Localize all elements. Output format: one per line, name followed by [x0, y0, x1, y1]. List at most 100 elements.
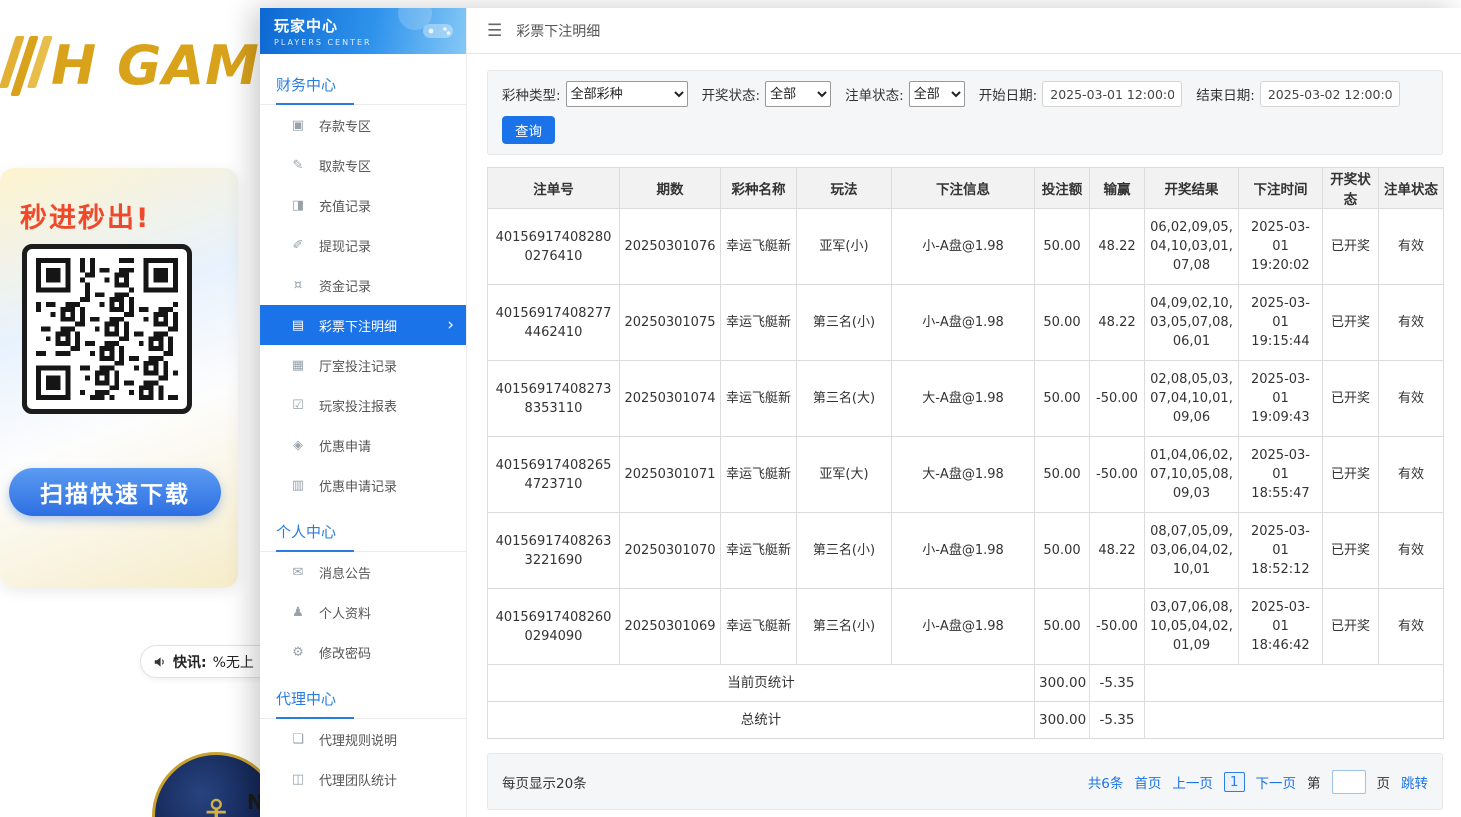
menu-toggle-icon[interactable]: ☰	[487, 21, 502, 41]
bell-icon: ✉	[290, 565, 306, 580]
sidebar-item-label: 修改密码	[319, 643, 371, 662]
end-date-input[interactable]	[1260, 81, 1400, 107]
qr-code	[22, 244, 192, 414]
cell-order-no: 401569174082800276410	[488, 209, 620, 285]
cell-period: 20250301069	[620, 589, 721, 665]
column-header: 注单状态	[1379, 168, 1444, 209]
promo-icon: ◈	[290, 438, 306, 453]
cell-lottery: 幸运飞艇新	[721, 361, 797, 437]
lottery-type-select[interactable]: 全部彩种	[566, 81, 688, 107]
cell-period: 20250301074	[620, 361, 721, 437]
anchor-icon: ⚓	[196, 791, 235, 817]
filter-panel: 彩种类型: 全部彩种 开奖状态: 全部 注单状态: 全部 开始日期:	[487, 70, 1443, 155]
cell-bet-info: 大-A盘@1.98	[892, 437, 1035, 513]
column-header: 期数	[620, 168, 721, 209]
table-header-row: 注单号期数彩种名称玩法下注信息投注额输赢开奖结果下注时间开奖状态注单状态	[488, 168, 1444, 209]
total-count: 共6条	[1088, 772, 1124, 792]
sidebar-item-change-password[interactable]: ⚙修改密码	[260, 632, 466, 672]
sidebar-menu: 财务中心▣存款专区✎取款专区◨充值记录✐提现记录¤资金记录▤彩票下注明细›▦厅室…	[260, 54, 466, 799]
jump-button[interactable]: 跳转	[1401, 772, 1428, 792]
jump-page-input[interactable]	[1332, 770, 1366, 794]
cell-play: 第三名(小)	[797, 589, 892, 665]
sidebar-item-label: 代理规则说明	[319, 730, 397, 749]
cell-play: 第三名(小)	[797, 513, 892, 589]
table-row: 40156917408277446241020250301075幸运飞艇新第三名…	[488, 285, 1444, 361]
sidebar: 玩家中心 PLAYERS CENTER 财务中心 ▣ 存款专区 ✎取款专区◨充值记录✐…	[260, 8, 467, 817]
next-page-link[interactable]: 下一页	[1256, 772, 1297, 792]
first-page-link[interactable]: 首页	[1134, 772, 1161, 792]
cell-bet-info: 小-A盘@1.98	[892, 513, 1035, 589]
bet-table: 注单号期数彩种名称玩法下注信息投注额输赢开奖结果下注时间开奖状态注单状态 401…	[487, 167, 1444, 739]
cell-amount: 50.00	[1035, 589, 1090, 665]
jump-prefix: 第	[1307, 772, 1321, 792]
content: 彩种类型: 全部彩种 开奖状态: 全部 注单状态: 全部 开始日期:	[467, 54, 1461, 810]
sidebar-item-label: 彩票下注明细	[319, 316, 397, 335]
sidebar-item-messages[interactable]: ✉ 消息公告	[260, 552, 466, 592]
sidebar-item-label: 厅室投注记录	[319, 356, 397, 375]
cell-order-no: 401569174082633221690	[488, 513, 620, 589]
sidebar-item-label: 消息公告	[319, 563, 371, 582]
pagination-controls: 共6条 首页 上一页 1 下一页 第 页 跳转	[1088, 770, 1428, 794]
chart-icon: ◫	[290, 772, 306, 787]
bet-status-select[interactable]: 全部	[909, 81, 965, 107]
sidebar-item-label: 代理团队统计	[319, 770, 397, 789]
cell-lottery: 幸运飞艇新	[721, 513, 797, 589]
sidebar-item-agent-rules[interactable]: ❏代理规则说明	[260, 719, 466, 759]
draw-status-select[interactable]: 全部	[765, 81, 831, 107]
speaker-icon	[153, 655, 167, 669]
logo-stripes-icon	[0, 36, 53, 96]
cell-result: 02,08,05,03,07,04,10,01,09,06	[1145, 361, 1239, 437]
sidebar-item-agent-team-stats[interactable]: ◫ 代理团队统计	[260, 759, 466, 799]
sidebar-item-lottery-bet-details[interactable]: ▤彩票下注明细›	[260, 305, 466, 345]
sidebar-header: 玩家中心 PLAYERS CENTER	[260, 8, 466, 54]
sidebar-item-profile[interactable]: ♟个人资料	[260, 592, 466, 632]
sidebar-item-label: 充值记录	[319, 196, 371, 215]
cell-lottery: 幸运飞艇新	[721, 437, 797, 513]
current-page[interactable]: 1	[1224, 772, 1245, 792]
cell-win-loss: -50.00	[1090, 437, 1145, 513]
prev-page-link[interactable]: 上一页	[1172, 772, 1213, 792]
sidebar-item-promo-apply[interactable]: ◈优惠申请	[260, 425, 466, 465]
cell-bet-info: 小-A盘@1.98	[892, 589, 1035, 665]
cell-draw-status: 已开奖	[1323, 513, 1379, 589]
start-date-input[interactable]	[1042, 81, 1182, 107]
table-row: 40156917408280027641020250301076幸运飞艇新亚军(…	[488, 209, 1444, 285]
cell-order-status: 有效	[1379, 437, 1444, 513]
filter-row: 彩种类型: 全部彩种 开奖状态: 全部 注单状态: 全部 开始日期:	[502, 81, 1428, 107]
column-header: 投注额	[1035, 168, 1090, 209]
sidebar-section-title: 财务中心	[260, 58, 466, 105]
sidebar-item-label: 玩家投注报表	[319, 396, 397, 415]
cell-play: 第三名(大)	[797, 361, 892, 437]
sidebar-item-hall-bet-records[interactable]: ▦厅室投注记录	[260, 345, 466, 385]
cell-amount: 50.00	[1035, 285, 1090, 361]
sidebar-item-player-bet-report[interactable]: ☑玩家投注报表	[260, 385, 466, 425]
cell-order-status: 有效	[1379, 589, 1444, 665]
cell-result: 01,04,06,02,07,10,05,08,09,03	[1145, 437, 1239, 513]
total-summary-empty	[1145, 702, 1444, 739]
sidebar-item-deposit-zone[interactable]: ▣ 存款专区	[260, 105, 466, 145]
sidebar-item-withdraw-zone[interactable]: ✎取款专区	[260, 145, 466, 185]
sidebar-item-label: 存款专区	[319, 116, 371, 135]
sidebar-item-label: 个人资料	[319, 603, 371, 622]
sidebar-item-recharge-records[interactable]: ◨充值记录	[260, 185, 466, 225]
sidebar-item-label: 资金记录	[319, 276, 371, 295]
cell-draw-status: 已开奖	[1323, 285, 1379, 361]
download-button[interactable]: 扫描快速下载	[9, 468, 221, 516]
sidebar-item-fund-records[interactable]: ¤资金记录	[260, 265, 466, 305]
deposit-icon: ▣	[290, 118, 306, 133]
table-row: 40156917408273835311020250301074幸运飞艇新第三名…	[488, 361, 1444, 437]
search-button[interactable]: 查询	[502, 116, 555, 144]
cell-lottery: 幸运飞艇新	[721, 209, 797, 285]
cell-order-no: 401569174082738353110	[488, 361, 620, 437]
cell-bet-info: 小-A盘@1.98	[892, 285, 1035, 361]
start-date-label: 开始日期:	[979, 84, 1038, 104]
page-summary-label: 当前页统计	[488, 665, 1035, 702]
page-title: 彩票下注明细	[516, 21, 600, 41]
cell-order-no: 401569174082654723710	[488, 437, 620, 513]
sidebar-item-promo-apply-records[interactable]: ▥优惠申请记录	[260, 465, 466, 505]
column-header: 下注信息	[892, 168, 1035, 209]
sidebar-item-withdraw-records[interactable]: ✐提现记录	[260, 225, 466, 265]
chevron-right-icon: ›	[447, 317, 454, 334]
jump-suffix: 页	[1377, 772, 1391, 792]
cell-draw-status: 已开奖	[1323, 589, 1379, 665]
